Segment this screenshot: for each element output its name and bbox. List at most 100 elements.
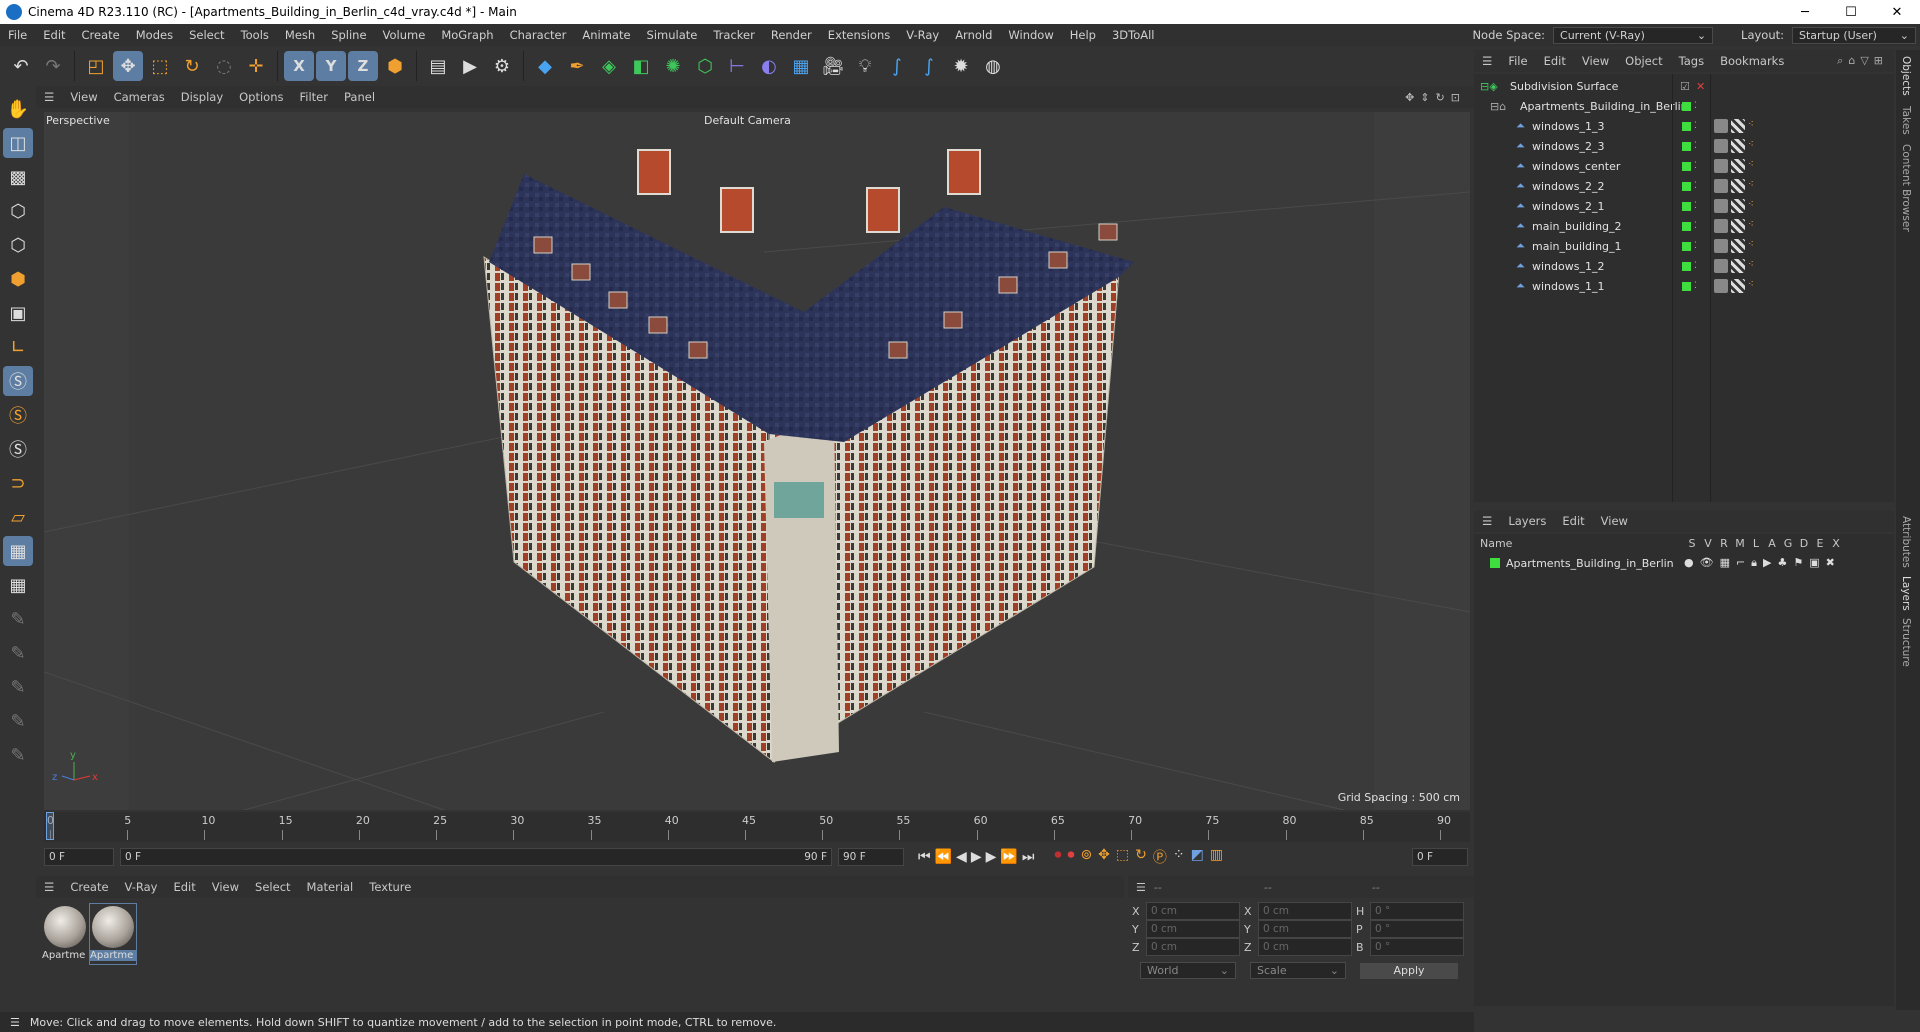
pen-icon[interactable]: ✒ [562, 51, 592, 81]
menu-vray[interactable]: V-Ray [898, 28, 947, 42]
snap-workplane-icon[interactable]: Ⓢ [3, 434, 33, 464]
render-settings-icon[interactable]: ⚙ [487, 51, 517, 81]
uvw-tag-icon[interactable] [1731, 199, 1745, 213]
timeline-ruler[interactable]: 0 5 10 15 20 25 30 35 40 45 50 55 60 65 70 75 80 85 90 [44, 812, 1470, 842]
tree-row-object[interactable]: ⏶ windows_1_1 ⁚ ⁖ [1474, 276, 1894, 296]
menu-mesh[interactable]: Mesh [277, 28, 323, 42]
menu-render[interactable]: Render [763, 28, 820, 42]
play-icon[interactable]: ▶ [971, 849, 982, 865]
menu-volume[interactable]: Volume [375, 28, 434, 42]
frame-range-slider[interactable]: 0 F 90 F [120, 848, 832, 866]
tree-row-object[interactable]: ⏶ windows_2_2 ⁚ ⁖ [1474, 176, 1894, 196]
coord-rotation-field[interactable]: 0 ° [1370, 902, 1464, 920]
coord-size-field[interactable]: 0 cm [1258, 938, 1352, 956]
light-icon[interactable]: 💡︎ [850, 51, 880, 81]
axis-mode-icon[interactable]: ∟ [3, 332, 33, 362]
visibility-dots-icon[interactable]: ⁚ [1694, 181, 1697, 191]
disable-x-icon[interactable]: ✕ [1696, 80, 1705, 93]
key-param-icon[interactable]: Ⓟ [1153, 847, 1167, 867]
visibility-dots-icon[interactable]: ⁚ [1694, 201, 1697, 211]
render-region-icon[interactable]: ▤ [423, 51, 453, 81]
goto-start-icon[interactable]: ⏮ [918, 849, 931, 865]
3d-viewport[interactable]: y x z Perspective Default Camera Grid Sp… [44, 112, 1470, 810]
cube-icon[interactable]: ◆ [530, 51, 560, 81]
obj-menu-tags[interactable]: Tags [1671, 54, 1712, 68]
mat-menu-view[interactable]: View [204, 880, 247, 894]
material-tag-icon[interactable] [1714, 279, 1728, 293]
coord-space-dropdown[interactable]: World ⌄ [1140, 962, 1236, 979]
rotate-icon[interactable]: ↻ [177, 51, 207, 81]
dopesheet-icon[interactable]: ▥ [1210, 847, 1223, 867]
uvw-tag-icon[interactable] [1731, 119, 1745, 133]
snap-icon[interactable]: Ⓢ [3, 366, 33, 396]
menu-animate[interactable]: Animate [574, 28, 638, 42]
visibility-dots-icon[interactable]: ⁚ [1694, 121, 1697, 131]
menu-tracker[interactable]: Tracker [705, 28, 763, 42]
menu-select[interactable]: Select [181, 28, 232, 42]
menu-spline[interactable]: Spline [323, 28, 374, 42]
sculpt-icon[interactable]: ✎ [3, 672, 33, 702]
polygons-mode-icon[interactable]: ⬢ [3, 264, 33, 294]
side-tab-layers[interactable]: Layers [1900, 576, 1912, 611]
coord-position-field[interactable]: 0 cm [1146, 938, 1240, 956]
prev-frame-icon[interactable]: ◀ [956, 849, 967, 865]
move-icon[interactable]: ✥ [113, 51, 143, 81]
material-tag-icon[interactable] [1714, 199, 1728, 213]
coord-size-field[interactable]: 0 cm [1258, 920, 1352, 938]
visibility-dots-icon[interactable]: ⁚ [1694, 161, 1697, 171]
live-selection-icon[interactable]: ◰ [81, 51, 111, 81]
floor-icon[interactable]: ▦ [786, 51, 816, 81]
mat-menu-vray[interactable]: V-Ray [117, 880, 166, 894]
tree-row-object[interactable]: ⏶ windows_1_3 ⁚ ⁖ [1474, 116, 1894, 136]
tree-row-object[interactable]: ⏶ main_building_2 ⁚ ⁖ [1474, 216, 1894, 236]
side-tab-content-browser[interactable]: Content Browser [1900, 144, 1912, 232]
brush-icon[interactable]: ✎ [3, 604, 33, 634]
tree-row-object[interactable]: ⏶ windows_center ⁚ ⁖ [1474, 156, 1894, 176]
uv-mode-icon[interactable]: ▣ [3, 298, 33, 328]
key-pla-icon[interactable]: ⁘ [1173, 847, 1185, 867]
material-tag-icon[interactable] [1714, 179, 1728, 193]
mat-menu-create[interactable]: Create [62, 880, 116, 894]
minimize-button[interactable]: ─ [1782, 5, 1828, 20]
visibility-dots-icon[interactable]: ⁚ [1694, 261, 1697, 271]
key-scale-icon[interactable]: ⬚ [1116, 847, 1129, 867]
menu-tools[interactable]: Tools [233, 28, 277, 42]
layer-row[interactable]: Apartments_Building_in_Berlin ●👁︎▦⌐🔒︎▶♣⚑… [1474, 554, 1894, 572]
close-button[interactable]: ✕ [1874, 5, 1920, 20]
obj-menu-edit[interactable]: Edit [1536, 54, 1574, 68]
menu-help[interactable]: Help [1062, 28, 1104, 42]
selection-tag-icon[interactable]: ⁖ [1748, 199, 1762, 213]
settings-icon[interactable]: ✹ [946, 51, 976, 81]
hamburger-icon[interactable]: ☰ [1128, 881, 1154, 894]
python-icon[interactable]: ∫ [882, 51, 912, 81]
y-axis-icon[interactable]: Y [316, 51, 346, 81]
keyframe-selection-icon[interactable]: ⊚ [1080, 847, 1092, 867]
edit-mode-icon[interactable]: ✋ [3, 94, 33, 124]
menu-edit[interactable]: Edit [35, 28, 73, 42]
goto-end-icon[interactable]: ⏭ [1022, 849, 1035, 865]
menu-mograph[interactable]: MoGraph [433, 28, 501, 42]
hamburger-icon[interactable]: ☰ [36, 90, 62, 104]
obj-menu-bookmarks[interactable]: Bookmarks [1712, 54, 1792, 68]
layer-col-header[interactable]: X [1828, 537, 1844, 550]
undo-icon[interactable]: ↶ [6, 51, 36, 81]
snap-settings-icon[interactable]: Ⓢ [3, 400, 33, 430]
selection-tag-icon[interactable]: ⁖ [1748, 219, 1762, 233]
mat-menu-texture[interactable]: Texture [361, 880, 419, 894]
timeline-window-icon[interactable]: ◩ [1191, 847, 1204, 867]
tree-row-subdivision[interactable]: ⊟◈ Subdivision Surface ☑ ✕ [1474, 76, 1894, 96]
mat-menu-material[interactable]: Material [299, 880, 362, 894]
layer-col-header[interactable]: M [1732, 537, 1748, 550]
material-tag-icon[interactable] [1714, 159, 1728, 173]
tree-row-object[interactable]: ⏶ windows_2_1 ⁚ ⁖ [1474, 196, 1894, 216]
layer-col-header[interactable]: A [1764, 537, 1780, 550]
viewport-menu-cameras[interactable]: Cameras [106, 90, 173, 104]
selection-tag-icon[interactable]: ⁖ [1748, 159, 1762, 173]
tree-row-group[interactable]: ⊟⌂ Apartments_Building_in_Berlin ⁚ [1474, 96, 1894, 116]
node-space-dropdown[interactable]: Current (V-Ray) ⌄ [1553, 26, 1714, 44]
viewport-menu-options[interactable]: Options [231, 90, 291, 104]
hamburger-icon[interactable]: ☰ [1474, 514, 1500, 528]
autokey-icon[interactable]: ⏺ [1067, 847, 1074, 867]
scale-icon[interactable]: ⬚ [145, 51, 175, 81]
layer-menu-layers[interactable]: Layers [1500, 514, 1554, 528]
